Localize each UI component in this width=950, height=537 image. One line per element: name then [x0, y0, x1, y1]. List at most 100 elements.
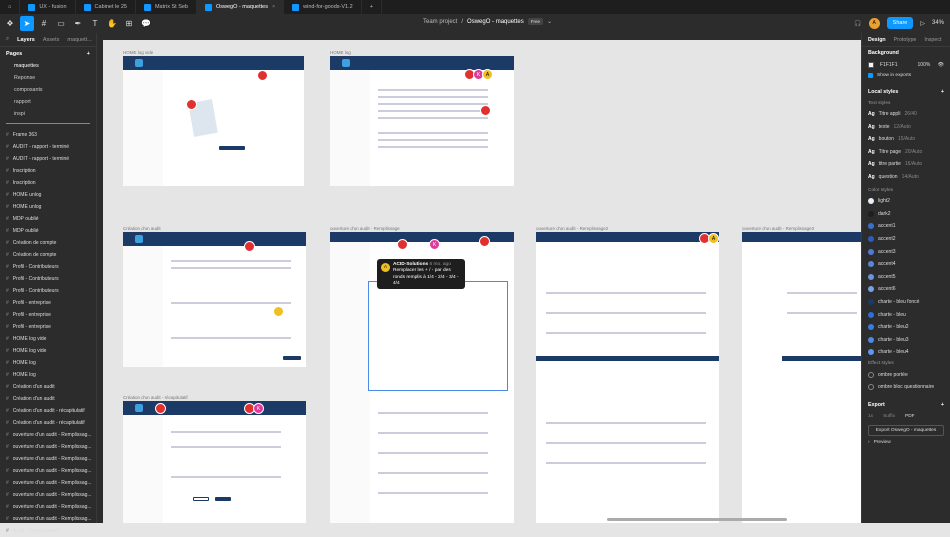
layer-item[interactable]: # MDP oublié: [0, 225, 96, 237]
checkbox[interactable]: [868, 72, 873, 78]
add-page-icon[interactable]: +: [87, 51, 90, 57]
comment-badge[interactable]: [155, 403, 166, 414]
layer-item[interactable]: # ouverture d'un audit - Remplissag...: [0, 429, 96, 441]
layer-item[interactable]: # Inscription: [0, 165, 96, 177]
comment-badge[interactable]: [257, 70, 268, 81]
comment-badge[interactable]: [397, 239, 408, 250]
eye-icon[interactable]: 👁: [938, 62, 944, 68]
layer-item[interactable]: # Création d'un audit - récapitulatif: [0, 405, 96, 417]
layer-item[interactable]: # ouverture d'un audit - Remplissag...: [0, 489, 96, 501]
layer-item[interactable]: # Profil - entreprise: [0, 297, 96, 309]
layer-item[interactable]: # Création d'un audit: [0, 381, 96, 393]
move-tool-button[interactable]: ➤: [20, 16, 34, 31]
effect-style-item[interactable]: ombre bloc questionnaire: [862, 381, 950, 393]
layer-item[interactable]: # AUDIT - rapport - terminé: [0, 141, 96, 153]
layer-item[interactable]: # Création d'un audit: [0, 393, 96, 405]
page-selector[interactable]: maquett...: [67, 37, 91, 43]
layer-item[interactable]: # Création d'un audit - récapitulatif: [0, 417, 96, 429]
comment-badge[interactable]: K: [429, 239, 440, 250]
frame-label[interactable]: ouverture d'un audit - Remplissage3: [742, 226, 814, 231]
home-tab[interactable]: ⌂: [0, 0, 21, 14]
tab-matrix[interactable]: Matrix St Seb: [136, 0, 197, 14]
headphones-icon[interactable]: 🎧: [854, 20, 861, 27]
layer-item[interactable]: # AUDIT - rapport - terminé: [0, 153, 96, 165]
layer-item[interactable]: # Profil - entreprise: [0, 321, 96, 333]
color-style-item[interactable]: charte - bleu: [862, 308, 950, 321]
frame-ouverture-audit-3[interactable]: [742, 232, 861, 523]
color-style-item[interactable]: charte - bleu2: [862, 321, 950, 334]
comment-badge[interactable]: [479, 236, 490, 247]
design-canvas[interactable]: HOME log vide HOME log Création d'un aud…: [97, 33, 861, 523]
page-item[interactable]: Reponse: [0, 72, 96, 84]
layer-item[interactable]: # Profil - Contributeurs: [0, 273, 96, 285]
layer-item[interactable]: # HOME log: [0, 369, 96, 381]
text-style-item[interactable]: Ag Titre appli 26/40: [862, 108, 950, 121]
color-style-item[interactable]: accent5: [862, 271, 950, 284]
shape-tool-button[interactable]: ▭: [54, 16, 68, 31]
layer-item[interactable]: # Profil - entreprise: [0, 309, 96, 321]
tab-wind[interactable]: wind-for-goods-V1.2: [284, 0, 362, 14]
text-style-item[interactable]: Ag Titre page 20/Auto: [862, 146, 950, 159]
text-style-item[interactable]: Ag bouton 15/Auto: [862, 133, 950, 146]
layer-item[interactable]: # ouverture d'un audit - Remplissag...: [0, 501, 96, 513]
frame-label[interactable]: Création d'un audit: [123, 226, 161, 231]
tab-design[interactable]: Design: [868, 37, 886, 43]
layer-item[interactable]: # HOME unlog: [0, 189, 96, 201]
zoom-level[interactable]: 34%: [932, 20, 944, 26]
layer-item[interactable]: # ouverture d'un audit - Remplissag...: [0, 477, 96, 489]
color-style-item[interactable]: accent6: [862, 283, 950, 296]
comment-badge[interactable]: A: [482, 69, 493, 80]
pen-tool-button[interactable]: ✒: [71, 16, 85, 31]
tab-assets[interactable]: Assets: [43, 37, 60, 43]
panel-divider[interactable]: [6, 123, 90, 124]
text-style-item[interactable]: Ag texte 12/Auto: [862, 121, 950, 134]
show-in-exports-row[interactable]: Show in exports: [862, 70, 950, 80]
hand-tool-button[interactable]: ✋: [105, 16, 119, 31]
main-menu-button[interactable]: ❖: [3, 16, 17, 31]
color-style-item[interactable]: charte - bleu3: [862, 334, 950, 347]
comment-badge[interactable]: A: [708, 233, 719, 244]
add-export-icon[interactable]: +: [941, 402, 944, 408]
page-item[interactable]: inspi: [0, 108, 96, 120]
color-style-item[interactable]: light2: [862, 195, 950, 208]
layer-item[interactable]: # Profil - Contributeurs: [0, 261, 96, 273]
layer-item[interactable]: # ouverture d'un audit - Remplissag...: [0, 465, 96, 477]
comment-tooltip[interactable]: A ACID-Solutions 6 mo. ago Remplacer les…: [377, 259, 465, 289]
tab-cabinet[interactable]: Cabinet le 25: [76, 0, 136, 14]
frame-label[interactable]: Création d'un audit - récapitulatif: [123, 395, 188, 400]
frame-label[interactable]: ouverture d'un audit - Remplissage2: [536, 226, 608, 231]
comment-badge[interactable]: [480, 105, 491, 116]
color-style-item[interactable]: accent3: [862, 245, 950, 258]
layer-item[interactable]: # HOME log: [0, 357, 96, 369]
color-style-item[interactable]: charte - bleu foncé: [862, 296, 950, 309]
comment-tool-button[interactable]: 💬: [139, 16, 153, 31]
page-item[interactable]: rapport: [0, 96, 96, 108]
text-style-item[interactable]: Ag question 14/Auto: [862, 171, 950, 184]
tab-oswego[interactable]: OswegO - maquettes ×: [196, 0, 285, 14]
export-button[interactable]: Export OswegO - maquettes: [868, 424, 944, 436]
color-style-item[interactable]: accent1: [862, 220, 950, 233]
frame-label[interactable]: HOME log vide: [123, 50, 153, 55]
search-icon[interactable]: ⌕: [6, 36, 9, 43]
comment-badge[interactable]: [273, 306, 284, 317]
tab-prototype[interactable]: Prototype: [894, 37, 917, 43]
preview-toggle[interactable]: › Preview: [862, 438, 950, 448]
export-format[interactable]: PDF: [905, 414, 915, 419]
layer-item[interactable]: # HOME unlog: [0, 201, 96, 213]
background-swatch[interactable]: [868, 61, 874, 68]
frame-creation-audit[interactable]: [123, 232, 306, 367]
layer-item[interactable]: # Audit - Contributeurs: [0, 525, 96, 537]
chevron-down-icon[interactable]: ⌄: [547, 18, 552, 25]
frame-ouverture-audit-2[interactable]: [536, 232, 719, 523]
comment-badge[interactable]: K: [253, 403, 264, 414]
frame-tool-button[interactable]: #: [37, 16, 51, 31]
layer-item[interactable]: # ouverture d'un audit - Remplissag...: [0, 441, 96, 453]
present-icon[interactable]: ▷: [920, 20, 925, 27]
project-name[interactable]: Team project: [423, 19, 457, 25]
close-icon[interactable]: ×: [272, 4, 275, 10]
export-scale[interactable]: 1x: [868, 414, 873, 419]
color-style-item[interactable]: dark2: [862, 208, 950, 221]
layer-item[interactable]: # HOME log vide: [0, 333, 96, 345]
user-avatar[interactable]: A: [868, 17, 880, 29]
comment-badge[interactable]: [186, 99, 197, 110]
